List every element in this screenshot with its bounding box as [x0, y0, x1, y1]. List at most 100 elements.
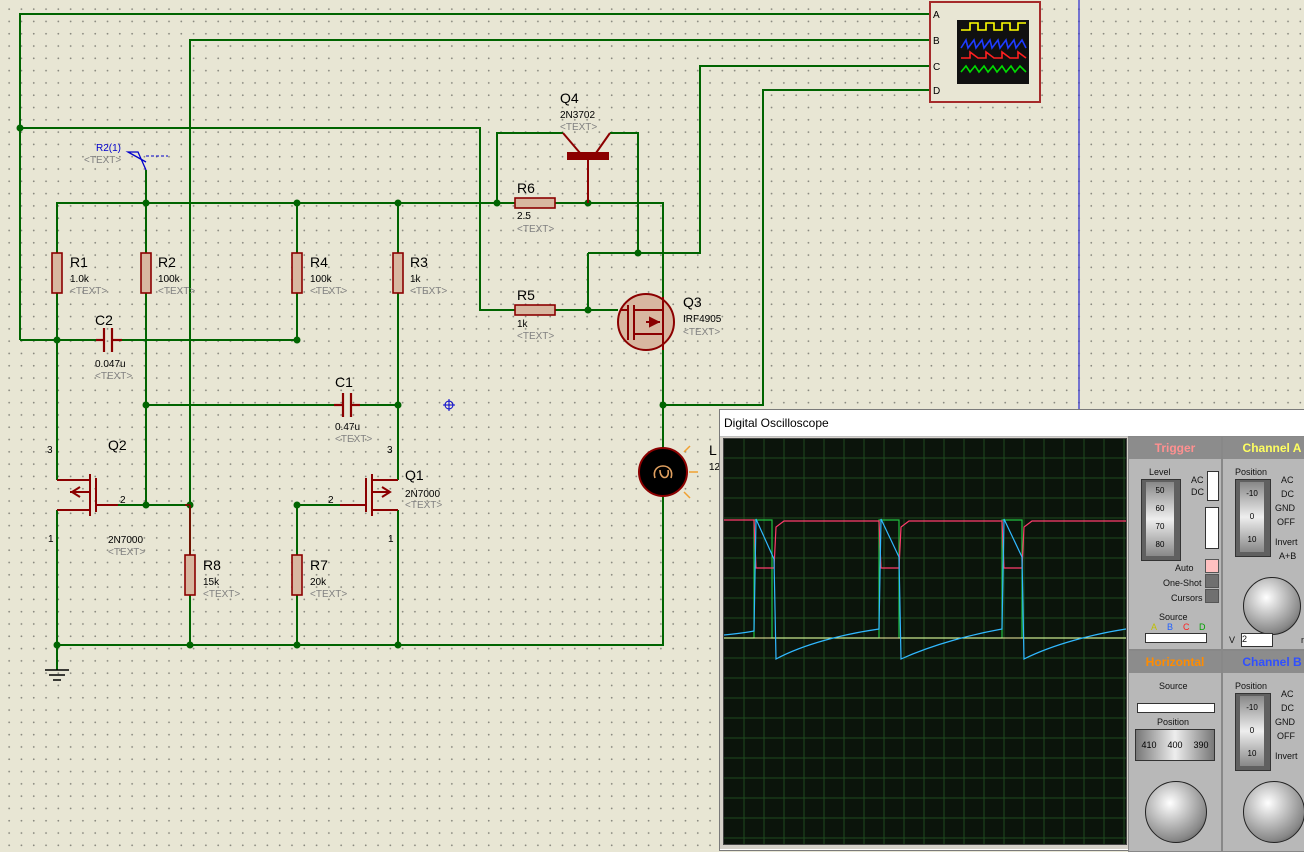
r6-ref: R6	[517, 180, 535, 196]
horizontal-position-knob[interactable]: 410 400 390	[1135, 729, 1215, 761]
chb-tick-neg10: -10	[1246, 703, 1258, 712]
r8-text: <TEXT>	[203, 589, 240, 600]
resistor-r3	[392, 252, 404, 294]
chb-gnd[interactable]: GND	[1275, 717, 1295, 727]
q1-text: <TEXT>	[405, 500, 442, 511]
trigger-ac-label[interactable]: AC	[1191, 475, 1204, 485]
cha-volts-unit: V	[1229, 635, 1236, 645]
c2-text: <TEXT>	[95, 371, 132, 382]
r8-ref: R8	[203, 557, 221, 573]
r4-ref: R4	[310, 254, 328, 270]
ground-icon	[45, 669, 69, 681]
r4-text: <TEXT>	[310, 286, 347, 297]
r7-text: <TEXT>	[310, 589, 347, 600]
trigger-level-knob[interactable]: 50 60 70 80	[1141, 479, 1181, 561]
cursors-label: Cursors	[1171, 593, 1203, 603]
chb-ac[interactable]: AC	[1281, 689, 1294, 699]
r6-text: <TEXT>	[517, 224, 554, 235]
resistor-r7	[291, 554, 303, 596]
level-tick-70: 70	[1155, 522, 1165, 531]
level-tick-80: 80	[1155, 540, 1165, 549]
q1-value: 2N7000	[405, 489, 440, 500]
auto-button[interactable]	[1205, 559, 1219, 573]
chb-off[interactable]: OFF	[1277, 731, 1295, 741]
one-shot-button[interactable]	[1205, 574, 1219, 588]
auto-label: Auto	[1175, 563, 1194, 573]
horizontal-source-slider[interactable]	[1137, 703, 1215, 713]
source-c: C	[1183, 622, 1190, 632]
chb-tick-0: 0	[1249, 726, 1255, 735]
oscilloscope-window[interactable]: Digital Oscilloscope Trigger Level 50 60…	[719, 409, 1304, 852]
chb-invert[interactable]: Invert	[1275, 751, 1298, 761]
capacitors	[96, 328, 360, 417]
r2-value: 100k	[158, 274, 181, 285]
oscilloscope-instrument[interactable]	[929, 1, 1041, 103]
cha-volts-field[interactable]: 2	[1241, 633, 1273, 647]
chb-tick-10: 10	[1247, 749, 1257, 758]
resistor-r8	[184, 554, 196, 596]
cursors-button[interactable]	[1205, 589, 1219, 603]
q3-text: <TEXT>	[683, 327, 720, 338]
channel-b-panel: Channel B Position -10 0 10 AC DC GND OF…	[1222, 650, 1304, 852]
q2-pin2: 2	[120, 495, 126, 506]
q1-pin3: 3	[387, 445, 393, 456]
lamp-ref: L	[709, 442, 717, 458]
hpos-tick-400: 400	[1167, 740, 1183, 750]
cha-tick-10: 10	[1247, 535, 1257, 544]
r1-text: <TEXT>	[70, 286, 107, 297]
mosfet-q2	[57, 474, 118, 516]
timebase-dial[interactable]	[1145, 781, 1207, 843]
r2-text: <TEXT>	[158, 286, 195, 297]
horizontal-position-label: Position	[1157, 717, 1190, 727]
cha-tick-0: 0	[1249, 512, 1255, 521]
scope-input-c: C	[933, 62, 940, 73]
channel-a-volts-dial[interactable]	[1243, 577, 1301, 635]
crosshair-cursor-icon	[443, 399, 455, 411]
cha-off[interactable]: OFF	[1277, 517, 1295, 527]
channel-b-position-knob[interactable]: -10 0 10	[1235, 693, 1271, 771]
level-label: Level	[1149, 467, 1171, 477]
one-shot-label: One-Shot	[1163, 578, 1202, 588]
resistor-r6	[514, 197, 556, 209]
scope-input-d: D	[933, 86, 940, 97]
mosfet-q1	[340, 474, 398, 516]
cha-dc[interactable]: DC	[1281, 489, 1294, 499]
q1-pin1: 1	[388, 534, 394, 545]
source-d: D	[1199, 622, 1206, 632]
c1-value: 0.47u	[335, 422, 360, 433]
cha-invert[interactable]: Invert	[1275, 537, 1298, 547]
transistor-q4	[562, 132, 611, 203]
trigger-header: Trigger	[1129, 437, 1221, 459]
r5-value: 1k	[517, 319, 529, 330]
cha-a-plus-b[interactable]: A+B	[1279, 551, 1296, 561]
q4-value: 2N3702	[560, 110, 595, 121]
channel-a-panel: Channel A Position -10 0 10 AC DC GND OF…	[1222, 436, 1304, 650]
q4-text: <TEXT>	[560, 122, 597, 133]
trigger-dc-label[interactable]: DC	[1191, 487, 1204, 497]
r1-value: 1.0k	[70, 274, 90, 285]
c1-text: <TEXT>	[335, 434, 372, 445]
channel-a-position-label: Position	[1235, 467, 1268, 477]
horizontal-source-label: Source	[1159, 681, 1188, 691]
r5-text: <TEXT>	[517, 331, 554, 342]
channel-b-volts-dial[interactable]	[1243, 781, 1304, 843]
mosfet-q3	[617, 293, 675, 351]
trigger-source-slider[interactable]	[1145, 633, 1207, 643]
r1-ref: R1	[70, 254, 88, 270]
r6-value: 2.5	[517, 211, 531, 222]
voltage-probe-icon[interactable]	[125, 151, 168, 171]
chb-dc[interactable]: DC	[1281, 703, 1294, 713]
q4-ref: Q4	[560, 90, 579, 106]
horizontal-header: Horizontal	[1129, 651, 1221, 673]
cha-gnd[interactable]: GND	[1275, 503, 1295, 513]
q2-pin1: 1	[48, 534, 54, 545]
window-title: Digital Oscilloscope	[720, 410, 1304, 437]
cha-ac[interactable]: AC	[1281, 475, 1294, 485]
q1-ref: Q1	[405, 467, 424, 483]
channel-a-position-knob[interactable]: -10 0 10	[1235, 479, 1271, 557]
trigger-edge-switch[interactable]	[1205, 507, 1219, 549]
channel-b-header: Channel B	[1223, 651, 1304, 673]
trigger-panel: Trigger Level 50 60 70 80 AC DC Auto One…	[1128, 436, 1222, 650]
trigger-coupling-switch[interactable]	[1207, 471, 1219, 501]
probe-label: R2(1)	[96, 143, 121, 154]
